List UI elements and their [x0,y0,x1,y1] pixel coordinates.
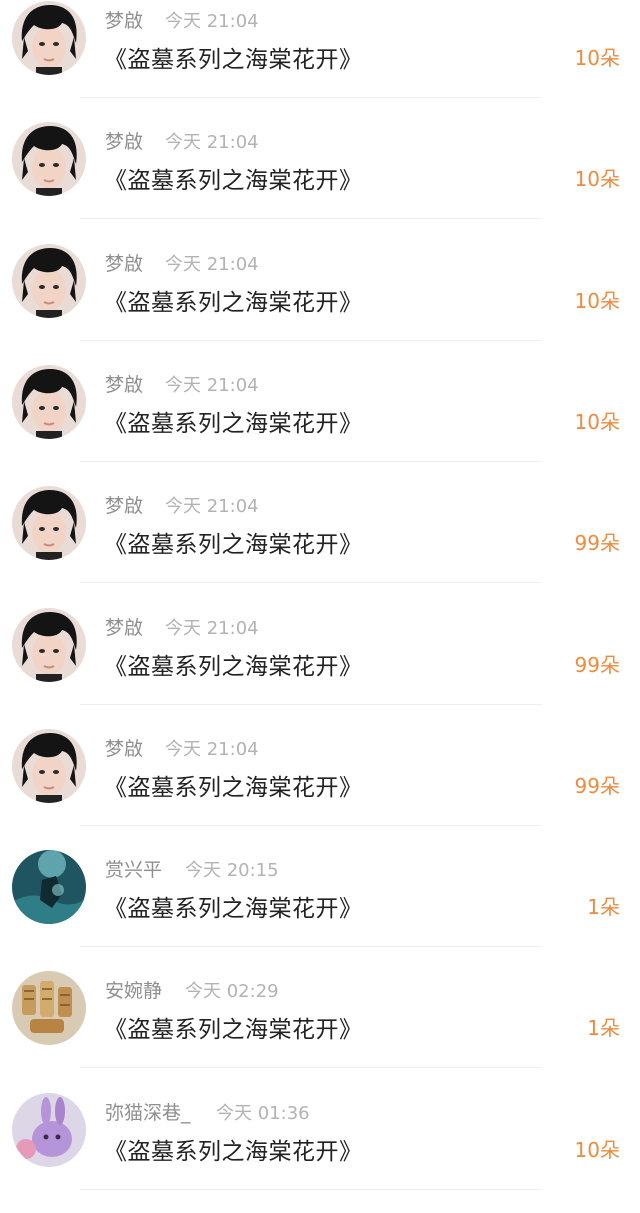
user-avatar[interactable] [12,850,86,924]
user-name[interactable]: 梦啟 [105,249,143,276]
gift-time: 今天 02:29 [185,981,279,1002]
row-divider [80,946,542,947]
user-name[interactable]: 梦啟 [105,734,143,761]
user-name[interactable]: 梦啟 [105,370,143,397]
gift-time: 今天 21:04 [165,132,259,153]
gift-time: 今天 21:04 [165,254,259,275]
row-divider [80,704,542,705]
user-name[interactable]: 赏兴平 [105,855,162,882]
gift-time: 今天 21:04 [165,375,259,396]
user-avatar[interactable] [12,1093,86,1167]
gift-record-row[interactable]: 梦啟 今天 21:04 《盗墓系列之海棠花开》 99朵 [0,607,640,728]
book-title[interactable]: 《盗墓系列之海棠花开》 [104,647,363,681]
user-avatar[interactable] [12,486,86,560]
user-avatar[interactable] [12,365,86,439]
book-title[interactable]: 《盗墓系列之海棠花开》 [104,1132,363,1166]
flower-count: 10朵 [574,410,620,434]
gift-record-row[interactable]: 梦啟 今天 21:04 《盗墓系列之海棠花开》 10朵 [0,121,640,242]
user-avatar[interactable] [12,608,86,682]
book-title[interactable]: 《盗墓系列之海棠花开》 [104,1010,363,1044]
gift-record-row[interactable]: 弥猫深巷_ 今天 01:36 《盗墓系列之海棠花开》 10朵 [0,1092,640,1213]
flower-count: 1朵 [587,895,620,919]
row-divider [80,340,542,341]
user-avatar[interactable] [12,729,86,803]
row-divider [80,825,542,826]
user-avatar[interactable] [12,971,86,1045]
user-name[interactable]: 梦啟 [105,613,143,640]
book-title[interactable]: 《盗墓系列之海棠花开》 [104,889,363,923]
flower-count: 99朵 [574,774,620,798]
gift-record-row[interactable]: 安婉静 今天 02:29 《盗墓系列之海棠花开》 1朵 [0,970,640,1091]
book-title[interactable]: 《盗墓系列之海棠花开》 [104,404,363,438]
gift-time: 今天 21:04 [165,11,259,32]
gift-record-row[interactable]: 梦啟 今天 21:04 《盗墓系列之海棠花开》 99朵 [0,485,640,606]
gift-time: 今天 21:04 [165,739,259,760]
gift-record-row[interactable]: 赏兴平 今天 20:15 《盗墓系列之海棠花开》 1朵 [0,849,640,970]
gift-time: 今天 20:15 [185,860,279,881]
row-divider [80,97,542,98]
flower-count: 10朵 [574,46,620,70]
row-divider [80,582,542,583]
flower-count: 99朵 [574,653,620,677]
book-title[interactable]: 《盗墓系列之海棠花开》 [104,283,363,317]
gift-time: 今天 01:36 [216,1103,310,1124]
gift-record-row[interactable]: 梦啟 今天 21:04 《盗墓系列之海棠花开》 10朵 [0,0,640,121]
row-divider [80,1067,542,1068]
user-avatar[interactable] [12,1,86,75]
user-name[interactable]: 梦啟 [105,6,143,33]
row-divider [80,218,542,219]
user-name[interactable]: 梦啟 [105,127,143,154]
book-title[interactable]: 《盗墓系列之海棠花开》 [104,161,363,195]
gift-time: 今天 21:04 [165,496,259,517]
flower-count: 99朵 [574,531,620,555]
gift-record-row[interactable]: 梦啟 今天 21:04 《盗墓系列之海棠花开》 10朵 [0,243,640,364]
book-title[interactable]: 《盗墓系列之海棠花开》 [104,40,363,74]
flower-count: 10朵 [574,289,620,313]
user-avatar[interactable] [12,244,86,318]
user-name[interactable]: 梦啟 [105,491,143,518]
row-divider [80,461,542,462]
user-name[interactable]: 安婉静 [105,976,162,1003]
user-avatar[interactable] [12,122,86,196]
book-title[interactable]: 《盗墓系列之海棠花开》 [104,525,363,559]
flower-count: 1朵 [587,1016,620,1040]
book-title[interactable]: 《盗墓系列之海棠花开》 [104,768,363,802]
user-name[interactable]: 弥猫深巷_ [105,1098,191,1125]
flower-count: 10朵 [574,1138,620,1162]
flower-count: 10朵 [574,167,620,191]
gift-time: 今天 21:04 [165,618,259,639]
row-divider [80,1189,542,1190]
gift-record-row[interactable]: 梦啟 今天 21:04 《盗墓系列之海棠花开》 99朵 [0,728,640,849]
gift-record-row[interactable]: 梦啟 今天 21:04 《盗墓系列之海棠花开》 10朵 [0,364,640,485]
